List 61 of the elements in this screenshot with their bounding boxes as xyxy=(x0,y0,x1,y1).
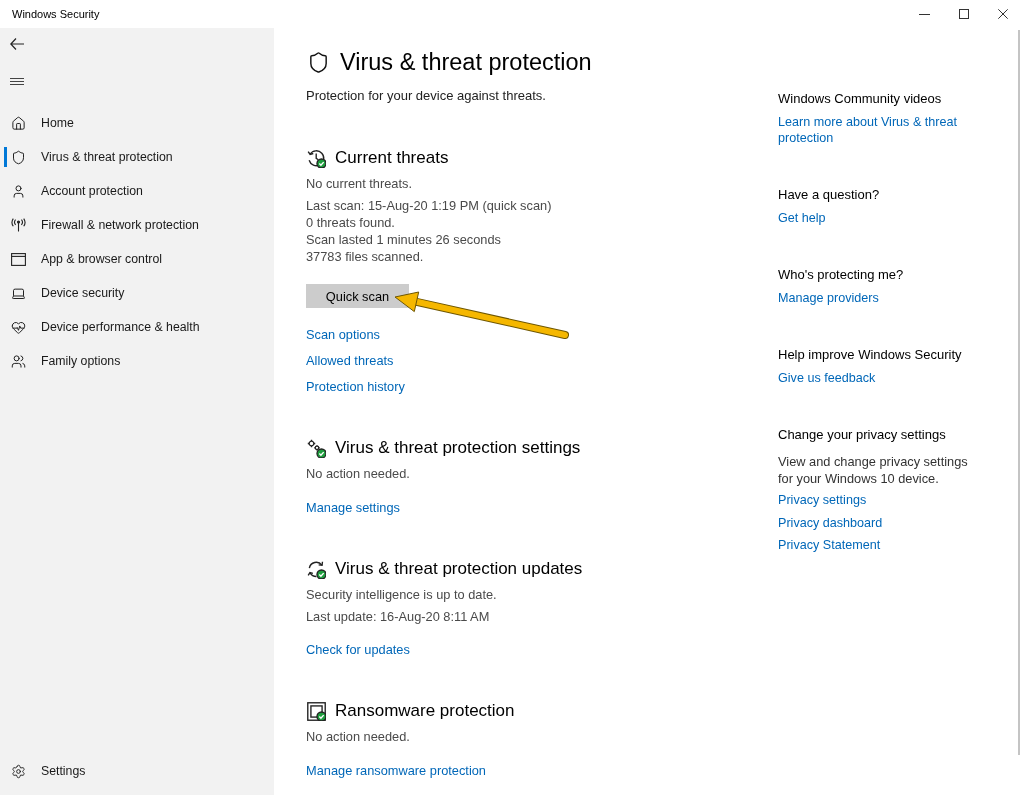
aside-heading: Help improve Windows Security xyxy=(778,346,962,364)
aside-heading: Who's protecting me? xyxy=(778,266,904,284)
section-heading: Ransomware protection xyxy=(335,700,515,722)
people-icon xyxy=(11,353,26,369)
aside-text: View and change privacy settings for your Windows 10 device. xyxy=(778,453,969,487)
aside-heading: Have a question? xyxy=(778,186,880,204)
nav-item[interactable]: Device performance & health xyxy=(0,310,274,344)
shield-icon xyxy=(307,50,330,74)
link[interactable]: Get help xyxy=(778,210,826,226)
link[interactable]: Manage settings xyxy=(306,499,400,517)
maximize-icon xyxy=(958,9,969,19)
shield-icon xyxy=(11,149,26,165)
link[interactable]: Allowed threats xyxy=(306,352,394,370)
nav-item[interactable]: Device security xyxy=(0,276,274,310)
link[interactable]: Manage providers xyxy=(778,290,879,306)
heart-pulse-icon xyxy=(11,319,26,335)
person-icon xyxy=(11,183,26,199)
settings-icon xyxy=(11,763,26,779)
section-heading: Virus & threat protection settings xyxy=(335,437,581,459)
close-icon xyxy=(997,9,1008,19)
status-text: No action needed. xyxy=(306,465,411,483)
link[interactable]: Check for updates xyxy=(306,641,410,659)
status-text: No action needed. xyxy=(306,728,411,746)
nav-item[interactable]: Family options xyxy=(0,344,274,378)
arrow-left-icon xyxy=(10,38,24,50)
nav-item[interactable]: Virus & threat protection xyxy=(0,140,274,174)
minimize-icon xyxy=(919,13,930,15)
page-title: Virus & threat protection xyxy=(340,48,592,77)
detail-text: 37783 files scanned. xyxy=(306,248,425,265)
aside-heading: Windows Community videos xyxy=(778,90,942,108)
antenna-icon xyxy=(11,218,26,232)
aside-heading: Change your privacy settings xyxy=(778,426,946,444)
status-text: No current threats. xyxy=(306,175,413,193)
link[interactable]: Manage ransomware protection xyxy=(306,762,486,780)
link[interactable]: Privacy Statement xyxy=(778,537,881,553)
link[interactable]: Privacy settings xyxy=(778,492,867,508)
link[interactable]: Protection history xyxy=(306,378,405,396)
laptop-icon xyxy=(11,285,26,301)
link[interactable]: Scan options xyxy=(306,326,380,344)
window-title: Windows Security xyxy=(12,7,101,21)
nav-item[interactable]: App & browser control xyxy=(0,242,274,276)
section-heading: Current threats xyxy=(335,147,449,169)
nav-item[interactable]: Home xyxy=(0,106,274,140)
detail-text: Last update: 16-Aug-20 8:11 AM xyxy=(306,608,491,625)
quick-scan-button[interactable]: Quick scan xyxy=(306,284,409,308)
section-heading: Virus & threat protection updates xyxy=(335,558,583,580)
home-icon xyxy=(11,115,26,131)
page-subtitle: Protection for your device against threats. xyxy=(306,87,547,105)
scrollbar[interactable] xyxy=(1018,30,1020,755)
nav-item[interactable]: Firewall & network protection xyxy=(0,208,274,242)
browser-window-icon xyxy=(11,252,26,266)
detail-text: Scan lasted 1 minutes 26 seconds xyxy=(306,231,502,248)
settings-nav-item[interactable]: Settings xyxy=(0,754,274,788)
menu-icon xyxy=(10,77,24,85)
detail-text: Last scan: 15-Aug-20 1:19 PM (quick scan) xyxy=(306,197,553,214)
nav-item[interactable]: Account protection xyxy=(0,174,274,208)
link[interactable]: Privacy dashboard xyxy=(778,514,883,531)
status-text: Security intelligence is up to date. xyxy=(306,586,498,604)
link[interactable]: Learn more about Virus & threat protection xyxy=(778,114,968,146)
detail-text: 0 threats found. xyxy=(306,214,396,231)
link[interactable]: Give us feedback xyxy=(778,370,876,386)
